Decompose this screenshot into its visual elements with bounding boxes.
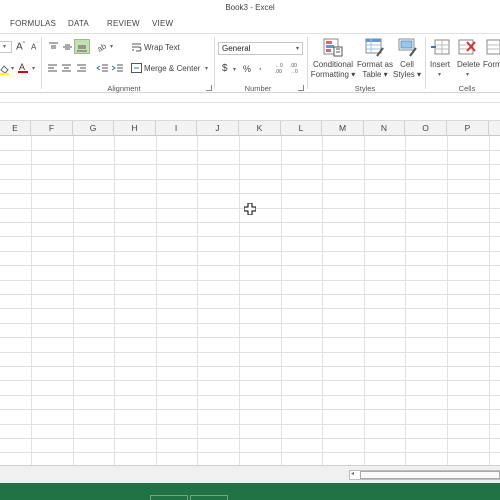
column-header[interactable]: N <box>364 121 405 136</box>
column-header[interactable]: E <box>0 121 31 136</box>
tab-formulas[interactable]: FORMULAS <box>10 19 56 28</box>
conditional-formatting-button[interactable]: Conditional Formatting ▾ <box>310 60 356 80</box>
insert-dropdown-icon[interactable]: ▾ <box>438 71 441 78</box>
font-size-dropdown-icon[interactable]: ▾ <box>0 41 12 53</box>
cell-styles-label-line1: Cell <box>400 60 414 69</box>
title-bar: Book3 - Excel <box>0 0 500 16</box>
cell-styles-button[interactable]: Cell Styles ▾ <box>392 60 422 80</box>
svg-text:A: A <box>19 62 25 72</box>
column-header[interactable]: I <box>156 121 197 136</box>
view-button-page-layout[interactable] <box>190 495 228 500</box>
decrease-decimal-icon[interactable]: .00 →0 <box>290 62 302 75</box>
tab-data[interactable]: DATA <box>68 19 89 28</box>
view-button-normal[interactable] <box>150 495 188 500</box>
merge-center-icon[interactable] <box>131 63 142 73</box>
format-as-table-icon[interactable] <box>365 38 385 57</box>
font-color-dropdown-icon[interactable]: ▾ <box>32 65 35 72</box>
alignment-launcher-icon[interactable] <box>206 85 212 91</box>
insert-cells-icon[interactable] <box>430 39 450 56</box>
column-header[interactable]: G <box>73 121 114 136</box>
column-header[interactable]: P <box>447 121 489 136</box>
delete-cells-button[interactable]: Delete <box>457 60 480 69</box>
number-launcher-icon[interactable] <box>298 85 304 91</box>
fill-color-icon[interactable] <box>0 64 9 75</box>
conditional-formatting-icon[interactable] <box>323 38 343 57</box>
format-as-table-label-line2: Table ▾ <box>362 70 388 79</box>
bottom-align-icon[interactable] <box>74 39 90 54</box>
column-header[interactable]: F <box>31 121 73 136</box>
column-header[interactable]: H <box>114 121 156 136</box>
align-center-icon[interactable] <box>62 63 72 73</box>
number-format-dropdown[interactable]: General ▾ <box>218 42 303 55</box>
sheet-tab-bar: ◂ <box>0 465 500 483</box>
format-as-table-label-line1: Format as <box>356 60 393 69</box>
insert-cells-button[interactable]: Insert <box>430 60 450 69</box>
svg-text:ab: ab <box>97 41 108 52</box>
cell-grid[interactable] <box>0 136 500 465</box>
format-as-table-button[interactable]: Format as Table ▾ <box>356 60 394 80</box>
wrap-text-icon[interactable] <box>131 42 142 52</box>
column-header[interactable]: J <box>197 121 239 136</box>
ribbon-tabs: FORMULAS DATA REVIEW VIEW <box>0 16 500 33</box>
merge-center-button[interactable]: Merge & Center <box>144 64 200 73</box>
chevron-down-icon: ▾ <box>295 46 299 52</box>
delete-dropdown-icon[interactable]: ▾ <box>466 71 469 78</box>
align-right-icon[interactable] <box>77 63 87 73</box>
svg-text:.00: .00 <box>275 69 282 74</box>
percent-button[interactable]: % <box>243 64 251 74</box>
cell-styles-label-line2: Styles ▾ <box>392 70 422 79</box>
conditional-formatting-label-line2: Formatting ▾ <box>310 70 356 79</box>
orientation-dropdown-icon[interactable]: ▾ <box>110 43 113 50</box>
orientation-icon[interactable]: ab <box>96 41 109 54</box>
status-bar <box>0 483 500 500</box>
currency-button[interactable]: $ <box>222 63 228 74</box>
decrease-indent-icon[interactable] <box>96 63 108 73</box>
tab-review[interactable]: REVIEW <box>107 19 140 28</box>
gridlines <box>0 136 500 465</box>
align-left-icon[interactable] <box>48 63 58 73</box>
increase-font-size-icon[interactable]: A^ <box>16 41 25 52</box>
window-title: Book3 - Excel <box>225 3 275 12</box>
styles-group-label: Styles <box>354 84 376 93</box>
column-header[interactable]: O <box>405 121 447 136</box>
scroll-left-icon[interactable]: ◂ <box>351 470 354 477</box>
format-cells-icon[interactable] <box>486 39 500 56</box>
number-format-value: General <box>222 44 251 53</box>
increase-decimal-icon[interactable]: ←0.00 <box>275 62 287 75</box>
cell-select-cursor-icon <box>243 202 257 216</box>
delete-cells-icon[interactable] <box>458 39 478 56</box>
column-headers: E F G H I J K L M N O P <box>0 120 500 136</box>
merge-center-dropdown-icon[interactable]: ▾ <box>205 65 208 72</box>
decrease-font-size-icon[interactable]: Aˇ <box>31 42 38 52</box>
number-group-label: Number <box>244 84 272 93</box>
middle-align-icon[interactable] <box>62 42 73 52</box>
top-align-icon[interactable] <box>48 42 59 52</box>
comma-style-button[interactable]: ‚ <box>259 61 261 72</box>
format-cells-button[interactable]: Form <box>483 60 500 69</box>
fill-color-dropdown-icon[interactable]: ▾ <box>11 65 14 72</box>
wrap-text-button[interactable]: Wrap Text <box>144 43 180 52</box>
cells-group-label: Cells <box>458 84 476 93</box>
conditional-formatting-label-line1: Conditional <box>312 60 354 69</box>
column-header[interactable]: M <box>322 121 364 136</box>
font-color-icon[interactable]: A <box>18 62 28 74</box>
currency-dropdown-icon[interactable]: ▾ <box>233 66 236 73</box>
svg-text:→0: →0 <box>290 69 298 74</box>
tab-view[interactable]: VIEW <box>152 19 173 28</box>
increase-indent-icon[interactable] <box>111 63 123 73</box>
alignment-group-label: Alignment <box>107 84 141 93</box>
formula-bar[interactable] <box>0 93 500 120</box>
cell-styles-icon[interactable] <box>398 38 418 57</box>
column-header[interactable]: K <box>239 121 281 136</box>
column-header[interactable]: L <box>281 121 322 136</box>
ribbon: ▾ A^ Aˇ ▾ A ▾ ab ▾ Wrap Text Merge & Cen… <box>0 33 500 93</box>
horizontal-scroll-thumb[interactable] <box>360 471 500 479</box>
